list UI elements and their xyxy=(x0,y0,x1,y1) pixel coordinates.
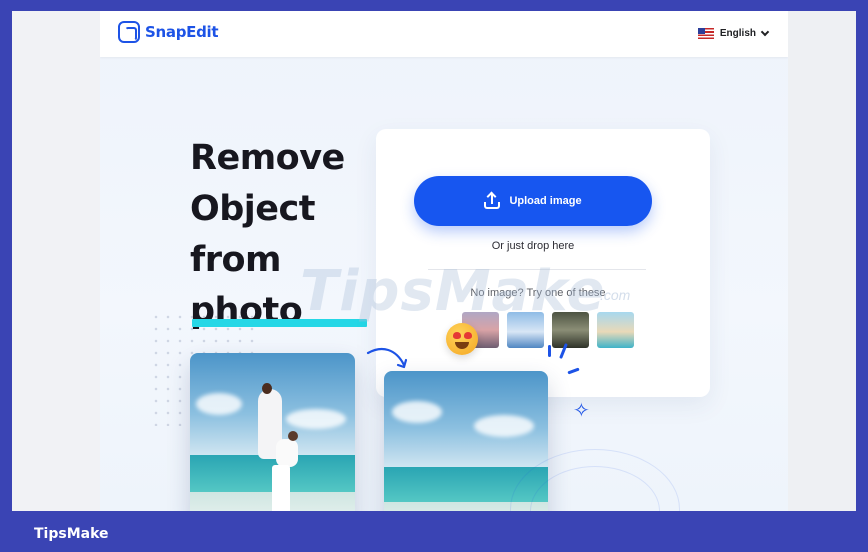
logo-text: SnapEdit xyxy=(145,23,219,41)
before-photo xyxy=(190,353,355,511)
sample-thumbnail[interactable] xyxy=(507,312,544,348)
headline-line: photo xyxy=(190,291,303,331)
headline-line: from xyxy=(190,240,282,280)
us-flag-icon xyxy=(697,28,714,39)
heart-eyes-emoji-icon xyxy=(446,323,478,355)
hero-headline: Remove Object from photo xyxy=(190,133,370,337)
logo[interactable]: SnapEdit xyxy=(118,21,219,43)
sample-prompt: No image? Try one of these xyxy=(470,287,606,299)
footer-brand: TipsMake xyxy=(34,526,109,542)
divider xyxy=(428,269,646,270)
page-gutter xyxy=(788,11,856,511)
sample-thumbnails xyxy=(462,312,634,348)
language-label: English xyxy=(719,28,756,39)
top-navbar: SnapEdit English xyxy=(100,11,788,57)
headline-line: Object xyxy=(190,189,316,229)
couple-figure xyxy=(248,383,312,511)
sparkle-star-icon: ✧ xyxy=(573,400,590,422)
sparkle-lines-icon xyxy=(544,343,584,405)
snapedit-landing-page: SnapEdit English Remove Object from phot… xyxy=(100,11,788,511)
chevron-down-icon xyxy=(760,27,770,37)
upload-card: Upload image Or just drop here No image?… xyxy=(376,129,710,397)
footer-bar xyxy=(0,511,868,552)
snapedit-logo-icon xyxy=(118,21,140,43)
browser-viewport: SnapEdit English Remove Object from phot… xyxy=(12,11,856,511)
sample-thumbnail[interactable] xyxy=(552,312,589,348)
headline-accent-underline xyxy=(192,319,367,327)
language-selector[interactable]: English xyxy=(697,27,770,39)
upload-image-button[interactable]: Upload image xyxy=(414,176,652,226)
drop-hint: Or just drop here xyxy=(491,240,575,252)
watermark-domain: .com xyxy=(600,287,631,303)
headline-line: Remove xyxy=(190,138,345,178)
upload-button-label: Upload image xyxy=(509,195,582,207)
sample-thumbnail[interactable] xyxy=(597,312,634,348)
upload-icon xyxy=(484,191,501,209)
